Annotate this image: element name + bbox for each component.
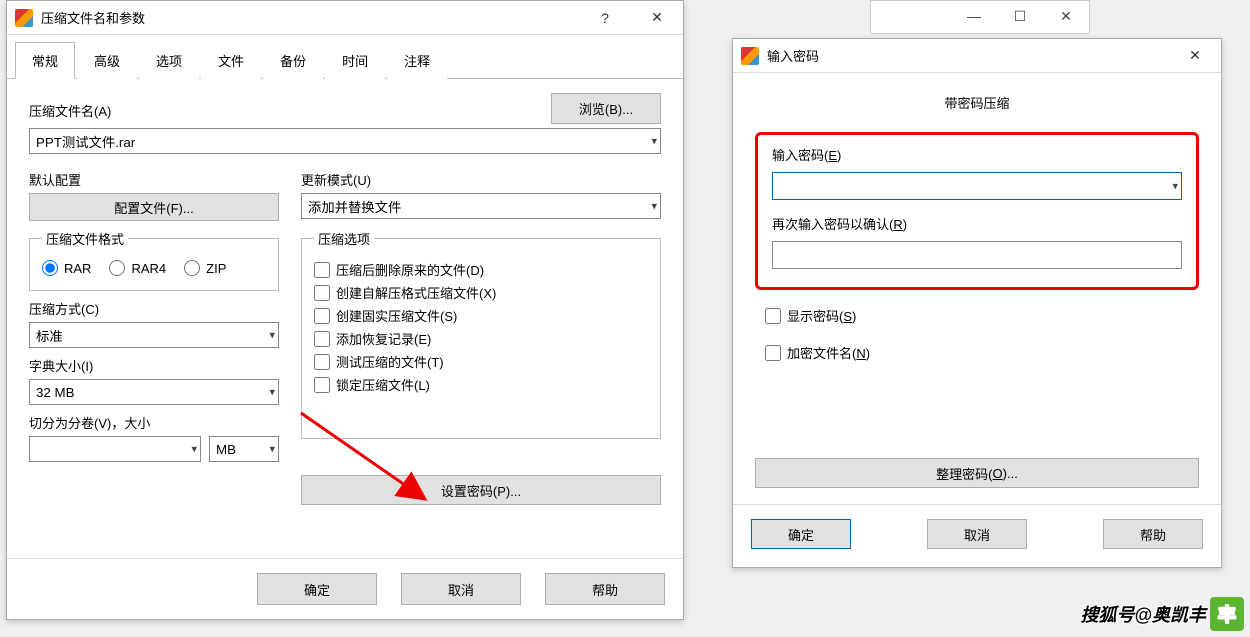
method-label: 压缩方式(C) (29, 299, 279, 318)
password-cancel-button[interactable]: 取消 (927, 519, 1027, 549)
password-highlight-box: 输入密码(E) ▾ 再次输入密码以确认(R) (755, 132, 1199, 290)
opt-solid[interactable]: 创建固实压缩文件(S) (314, 306, 648, 325)
confirm-password-label: 再次输入密码以确认(R) (772, 217, 907, 232)
format-zip[interactable]: ZIP (184, 260, 226, 276)
method-select[interactable] (29, 322, 279, 348)
bg-minimize-button[interactable]: — (951, 1, 997, 31)
tab-backup[interactable]: 备份 (263, 42, 323, 79)
tab-options[interactable]: 选项 (139, 42, 199, 79)
enter-password-label: 输入密码(E) (772, 148, 841, 163)
tab-advanced[interactable]: 高级 (77, 42, 137, 79)
winrar-icon (15, 9, 33, 27)
password-help-button[interactable]: 帮助 (1103, 519, 1203, 549)
bg-close-button[interactable]: ✕ (1043, 1, 1089, 31)
split-unit-select[interactable] (209, 436, 279, 462)
format-rar4[interactable]: RAR4 (109, 260, 166, 276)
password-confirm-input[interactable] (772, 241, 1182, 269)
options-group: 压缩选项 压缩后删除原来的文件(D) 创建自解压格式压缩文件(X) 创建固实压缩… (301, 229, 661, 439)
opt-sfx[interactable]: 创建自解压格式压缩文件(X) (314, 283, 648, 302)
tab-time[interactable]: 时间 (325, 42, 385, 79)
bg-maximize-button[interactable]: ☐ (997, 1, 1043, 31)
watermark-badge-icon: 丰 (1210, 597, 1244, 631)
format-rar[interactable]: RAR (42, 260, 91, 276)
show-password-checkbox[interactable]: 显示密码(S) (765, 306, 1199, 325)
watermark: 搜狐号@奥凯丰 丰 (1080, 597, 1244, 631)
default-profile-label: 默认配置 (29, 170, 279, 189)
browse-button[interactable]: 浏览(B)... (551, 93, 661, 124)
tab-bar: 常规 高级 选项 文件 备份 时间 注释 (7, 41, 683, 79)
tab-files[interactable]: 文件 (201, 42, 261, 79)
background-window-controls: — ☐ ✕ (870, 0, 1090, 34)
password-ok-button[interactable]: 确定 (751, 519, 851, 549)
archive-dialog-titlebar: 压缩文件名和参数 ? ✕ (7, 1, 683, 35)
password-dialog-titlebar: 输入密码 ✕ (733, 39, 1221, 73)
password-dialog-body: 带密码压缩 输入密码(E) ▾ 再次输入密码以确认(R) 显示密码(S) 加密文… (733, 73, 1221, 504)
opt-recovery[interactable]: 添加恢复记录(E) (314, 329, 648, 348)
general-pane: 压缩文件名(A) 浏览(B)... ▾ 默认配置 配置文件(F)... 更新模式… (7, 79, 683, 558)
password-dialog-header: 带密码压缩 (755, 85, 1199, 122)
encrypt-names-checkbox[interactable]: 加密文件名(N) (765, 343, 1199, 362)
dict-select[interactable] (29, 379, 279, 405)
options-group-legend: 压缩选项 (314, 229, 374, 248)
archive-ok-button[interactable]: 确定 (257, 573, 377, 605)
archive-dialog-title: 压缩文件名和参数 (41, 8, 575, 27)
opt-delete-after[interactable]: 压缩后删除原来的文件(D) (314, 260, 648, 279)
password-input[interactable] (772, 172, 1182, 200)
dict-label: 字典大小(I) (29, 356, 279, 375)
tab-comment[interactable]: 注释 (387, 42, 447, 79)
password-dialog: 输入密码 ✕ 带密码压缩 输入密码(E) ▾ 再次输入密码以确认(R) 显示密码… (732, 38, 1222, 568)
filename-label: 压缩文件名(A) (29, 101, 111, 120)
split-label: 切分为分卷(V)，大小 (29, 413, 279, 432)
profile-button[interactable]: 配置文件(F)... (29, 193, 279, 221)
archive-dialog-buttons: 确定 取消 帮助 (7, 558, 683, 619)
archive-close-button[interactable]: ✕ (635, 3, 679, 33)
update-mode-select[interactable] (301, 193, 661, 219)
format-group-legend: 压缩文件格式 (42, 229, 128, 248)
organize-passwords-button[interactable]: 整理密码(O)... (755, 458, 1199, 488)
tab-general[interactable]: 常规 (15, 42, 75, 79)
winrar-icon (741, 47, 759, 65)
format-group: 压缩文件格式 RAR RAR4 ZIP (29, 229, 279, 291)
archive-filename-input[interactable] (29, 128, 661, 154)
split-size-input[interactable] (29, 436, 201, 462)
archive-cancel-button[interactable]: 取消 (401, 573, 521, 605)
archive-settings-dialog: 压缩文件名和参数 ? ✕ 常规 高级 选项 文件 备份 时间 注释 压缩文件名(… (6, 0, 684, 620)
password-dialog-buttons: 确定 取消 帮助 (733, 504, 1221, 567)
archive-help-button[interactable]: ? (583, 3, 627, 33)
password-dialog-title: 输入密码 (767, 46, 1165, 65)
opt-lock[interactable]: 锁定压缩文件(L) (314, 375, 648, 394)
password-close-button[interactable]: ✕ (1173, 41, 1217, 71)
update-mode-label: 更新模式(U) (301, 170, 661, 189)
opt-test[interactable]: 测试压缩的文件(T) (314, 352, 648, 371)
archive-help-button-bottom[interactable]: 帮助 (545, 573, 665, 605)
set-password-button[interactable]: 设置密码(P)... (301, 475, 661, 505)
